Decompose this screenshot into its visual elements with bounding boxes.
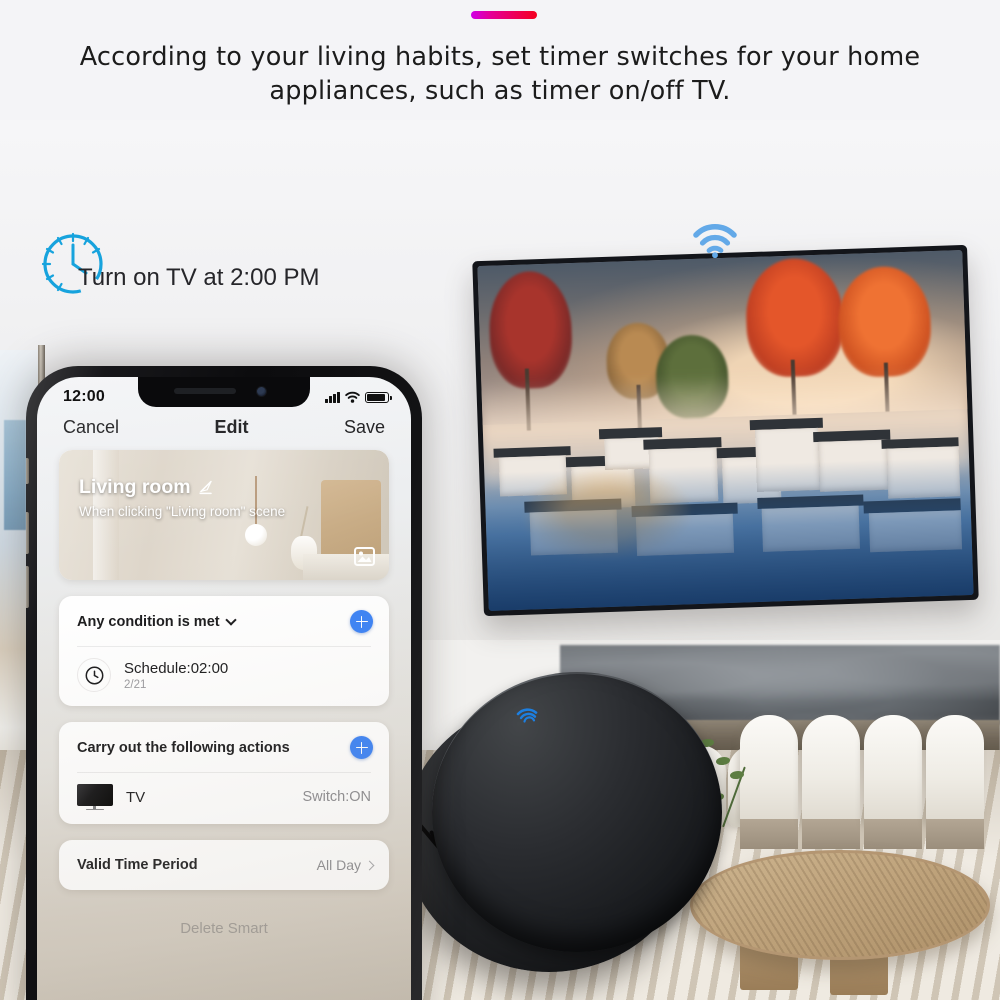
tv-icon	[77, 784, 113, 811]
battery-icon	[365, 391, 392, 403]
tv-screen	[477, 250, 974, 611]
add-condition-button[interactable]	[350, 610, 373, 633]
action-row[interactable]: TV Switch:ON	[59, 773, 389, 824]
phone-mute-switch[interactable]	[26, 458, 29, 484]
condition-subtitle: 2/21	[124, 678, 147, 691]
scene-annotation-caption: Turn on TV at 2:00 PM	[78, 264, 320, 291]
city-building	[4, 420, 26, 530]
action-card: Carry out the following actions TV Switc…	[59, 722, 389, 824]
status-bar: 12:00	[37, 377, 411, 411]
phone-volume-up-button[interactable]	[26, 512, 29, 554]
tv-bezel	[472, 244, 979, 617]
action-card-header: Carry out the following actions	[59, 722, 389, 772]
valid-time-row[interactable]: Valid Time Period All Day	[59, 840, 389, 890]
cards-list: Living room When clicking "Living room" …	[37, 450, 411, 937]
device-top-surface	[432, 672, 722, 952]
action-device-label: TV	[126, 788, 146, 806]
status-time: 12:00	[63, 388, 105, 405]
action-device-value: Switch:ON	[302, 789, 372, 805]
promo-page: According to your living habits, set tim…	[0, 0, 1000, 1000]
chevron-down-icon[interactable]	[224, 614, 237, 626]
tv-scene-blue-foreground	[484, 456, 974, 611]
action-heading: Carry out the following actions	[77, 739, 290, 756]
scene-subtitle: When clicking "Living room" scene	[79, 504, 286, 519]
valid-time-value: All Day	[316, 857, 361, 873]
valid-time-card[interactable]: Valid Time Period All Day	[59, 840, 389, 890]
condition-text: Schedule:02:00 2/21	[124, 660, 371, 691]
valid-time-value-group: All Day	[316, 857, 375, 873]
condition-mode-label: Any condition is met	[77, 613, 220, 630]
condition-card-header: Any condition is met	[59, 596, 389, 646]
add-action-button[interactable]	[350, 736, 373, 759]
scene-card[interactable]: Living room When clicking "Living room" …	[59, 450, 389, 580]
page-title: Edit	[214, 417, 249, 437]
scene-title: Living room	[79, 476, 191, 498]
save-button[interactable]: Save	[344, 417, 385, 438]
wifi-icon	[692, 222, 738, 259]
wifi-icon	[345, 391, 360, 403]
valid-time-label: Valid Time Period	[77, 857, 198, 873]
phone-screen: 12:00 Cancel Edit Save Living room When …	[37, 377, 411, 1000]
coffee-table	[690, 850, 990, 960]
status-icons	[325, 391, 392, 403]
wifi-icon	[516, 706, 538, 724]
edit-nav-bar: Cancel Edit Save	[37, 411, 411, 450]
delete-smart-button[interactable]: Delete Smart	[59, 906, 389, 937]
condition-title: Schedule:02:00	[124, 659, 229, 677]
condition-mode-selector[interactable]: Any condition is met	[77, 613, 237, 630]
ir-remote-hub	[404, 672, 722, 972]
accent-divider-pill	[471, 11, 537, 19]
signal-bars-icon	[325, 391, 340, 403]
phone-mockup: 12:00 Cancel Edit Save Living room When …	[26, 366, 422, 1000]
condition-row[interactable]: Schedule:02:00 2/21	[59, 647, 389, 706]
page-headline: According to your living habits, set tim…	[79, 42, 921, 106]
scene-title-row: Living room	[79, 476, 213, 499]
television	[472, 244, 979, 617]
image-icon[interactable]	[354, 547, 375, 566]
scene-hero: Living room When clicking "Living room" …	[59, 450, 389, 580]
clock-icon	[77, 658, 111, 692]
cancel-button[interactable]: Cancel	[63, 417, 119, 438]
pencil-icon[interactable]	[198, 480, 213, 495]
chevron-right-icon[interactable]	[364, 860, 375, 870]
condition-card: Any condition is met Schedule:02:00 2/21	[59, 596, 389, 706]
phone-volume-down-button[interactable]	[26, 566, 29, 608]
